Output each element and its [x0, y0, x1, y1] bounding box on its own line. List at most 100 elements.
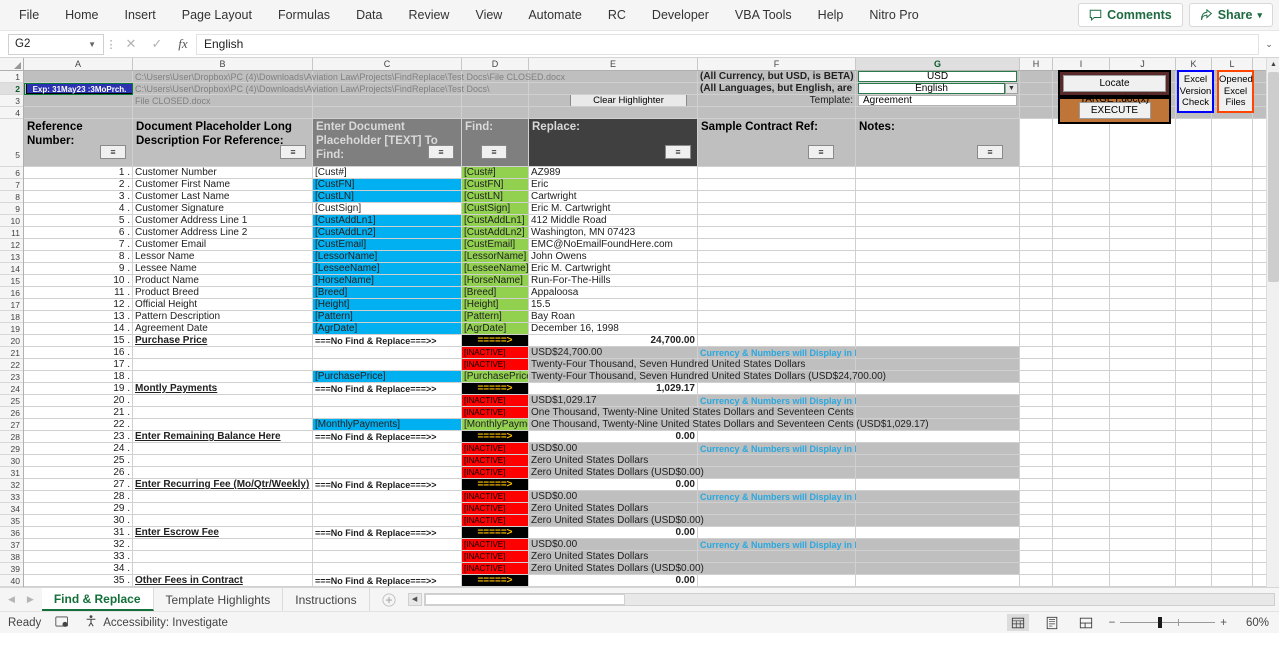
- cell-sample-contract-ref[interactable]: [698, 191, 856, 203]
- row-header-3[interactable]: 3: [0, 95, 23, 107]
- cell-J[interactable]: [1110, 407, 1176, 419]
- cell-notes[interactable]: [856, 347, 1020, 359]
- cell-no-find-replace[interactable]: ===No Find & Replace===>>: [313, 575, 462, 587]
- cell-long-description[interactable]: Lessee Name: [133, 263, 313, 275]
- cell-find[interactable]: [INACTIVE]: [462, 539, 529, 551]
- zoom-level[interactable]: 60%: [1239, 617, 1269, 629]
- cell-long-description[interactable]: [133, 419, 313, 431]
- cell-K[interactable]: [1176, 251, 1212, 263]
- cell-long-description[interactable]: [133, 443, 313, 455]
- cell-notes[interactable]: [856, 239, 1020, 251]
- cell-L[interactable]: [1212, 515, 1253, 527]
- cell-E4[interactable]: [529, 107, 698, 119]
- cell-ref-number[interactable]: 10 .: [24, 275, 133, 287]
- cell-L[interactable]: [1212, 359, 1253, 371]
- cell-K[interactable]: [1176, 551, 1212, 563]
- cell-sample-contract-ref[interactable]: [698, 323, 856, 335]
- cell-long-description[interactable]: Customer Last Name: [133, 191, 313, 203]
- cell-I[interactable]: [1053, 323, 1110, 335]
- cell-notes[interactable]: [856, 179, 1020, 191]
- cell-I[interactable]: [1053, 251, 1110, 263]
- column-header-F[interactable]: F: [698, 58, 856, 70]
- cell-I[interactable]: [1053, 575, 1110, 587]
- cell-arrow[interactable]: =====>: [462, 383, 529, 395]
- clear-highlighter-button[interactable]: Clear Highlighter: [570, 95, 687, 106]
- cell-I[interactable]: [1053, 503, 1110, 515]
- formula-bar-grip[interactable]: ⋮: [104, 38, 118, 51]
- cell-A3[interactable]: [24, 95, 133, 107]
- column-header-C[interactable]: C: [313, 58, 462, 70]
- cell-L[interactable]: [1212, 239, 1253, 251]
- cell-E3[interactable]: Clear Highlighter: [529, 95, 698, 107]
- cell-H[interactable]: [1020, 407, 1053, 419]
- cell-J[interactable]: [1110, 335, 1176, 347]
- cell-ref-number[interactable]: 9 .: [24, 263, 133, 275]
- cell-B1[interactable]: C:\Users\User\Dropbox\PC (4)\Downloads\A…: [133, 71, 565, 83]
- cell-long-description[interactable]: [133, 515, 313, 527]
- cell-H[interactable]: [1020, 455, 1053, 467]
- cell-C4[interactable]: [313, 107, 462, 119]
- cell-find[interactable]: [CustSign]: [462, 203, 529, 215]
- ribbon-tab-vba-tools[interactable]: VBA Tools: [722, 3, 805, 27]
- cell-replace[interactable]: December 16, 1998: [529, 323, 698, 335]
- cell-amount[interactable]: 0.00: [529, 527, 698, 539]
- cell-replace[interactable]: USD$0.00: [529, 491, 698, 503]
- cell-replace[interactable]: Zero United States Dollars: [529, 503, 698, 515]
- cell-long-description[interactable]: Official Height: [133, 299, 313, 311]
- cell-I[interactable]: [1053, 551, 1110, 563]
- cell-L[interactable]: [1212, 491, 1253, 503]
- filter-button-header-reference-number[interactable]: ≡: [100, 145, 126, 159]
- cell-long-description[interactable]: Pattern Description: [133, 311, 313, 323]
- cell-currency-note[interactable]: Currency & Numbers will Display in Engli…: [698, 539, 887, 551]
- cell-amount[interactable]: 0.00: [529, 479, 698, 491]
- cell-long-description[interactable]: [133, 455, 313, 467]
- cell-H[interactable]: [1020, 347, 1053, 359]
- cell-H4[interactable]: [1020, 107, 1053, 119]
- cell-I[interactable]: [1053, 347, 1110, 359]
- row-header-11[interactable]: 11: [0, 227, 23, 239]
- row-header-18[interactable]: 18: [0, 311, 23, 323]
- cell-G4[interactable]: [856, 107, 1020, 119]
- cell-placeholder[interactable]: [313, 467, 462, 479]
- cell-sample-contract-ref[interactable]: [698, 551, 856, 563]
- cell-H[interactable]: [1020, 467, 1053, 479]
- row-header-30[interactable]: 30: [0, 455, 23, 467]
- cell-K[interactable]: [1176, 299, 1212, 311]
- cell-replace[interactable]: USD$24,700.00: [529, 347, 698, 359]
- cell-L[interactable]: [1212, 395, 1253, 407]
- cell-L[interactable]: [1212, 263, 1253, 275]
- cell-H[interactable]: [1020, 395, 1053, 407]
- cell-K[interactable]: [1176, 443, 1212, 455]
- cell-sample-contract-ref[interactable]: [698, 251, 856, 263]
- cell-A2[interactable]: Exp: 31May23 :3MoPrch.: [24, 83, 133, 95]
- ribbon-tab-view[interactable]: View: [462, 3, 515, 27]
- horizontal-scrollbar[interactable]: ◀: [407, 588, 1279, 611]
- cell-I[interactable]: [1053, 527, 1110, 539]
- row-header-7[interactable]: 7: [0, 179, 23, 191]
- cell-J[interactable]: [1110, 311, 1176, 323]
- cell-J[interactable]: [1110, 563, 1176, 575]
- row-header-8[interactable]: 8: [0, 191, 23, 203]
- insert-function-button[interactable]: fx: [170, 36, 196, 52]
- cell-ref-number[interactable]: 20 .: [24, 395, 133, 407]
- chevron-down-icon[interactable]: ▾: [1257, 10, 1262, 21]
- share-button[interactable]: Share ▾: [1188, 3, 1273, 27]
- cell-no-find-replace[interactable]: ===No Find & Replace===>>: [313, 335, 462, 347]
- cell-J[interactable]: [1110, 503, 1176, 515]
- cell-J[interactable]: [1110, 539, 1176, 551]
- cell-replace[interactable]: Twenty-Four Thousand, Seven Hundred Unit…: [529, 359, 805, 371]
- cell-ref-number[interactable]: 14 .: [24, 323, 133, 335]
- cell-J[interactable]: [1110, 203, 1176, 215]
- row-header-6[interactable]: 6: [0, 167, 23, 179]
- column-header-A[interactable]: A: [24, 58, 133, 70]
- cell-long-description[interactable]: Customer Signature: [133, 203, 313, 215]
- cell-L[interactable]: [1212, 191, 1253, 203]
- cell-currency-note[interactable]: Currency & Numbers will Display in Engli…: [698, 395, 887, 407]
- cell-H1[interactable]: [1020, 71, 1053, 83]
- cell-replace[interactable]: EMC@NoEmailFoundHere.com: [529, 239, 698, 251]
- row-header-38[interactable]: 38: [0, 551, 23, 563]
- cell-find[interactable]: [CustAddLn2]: [462, 227, 529, 239]
- cell-L[interactable]: [1212, 503, 1253, 515]
- cell-notes[interactable]: [856, 383, 1020, 395]
- cell-find[interactable]: [INACTIVE]: [462, 503, 529, 515]
